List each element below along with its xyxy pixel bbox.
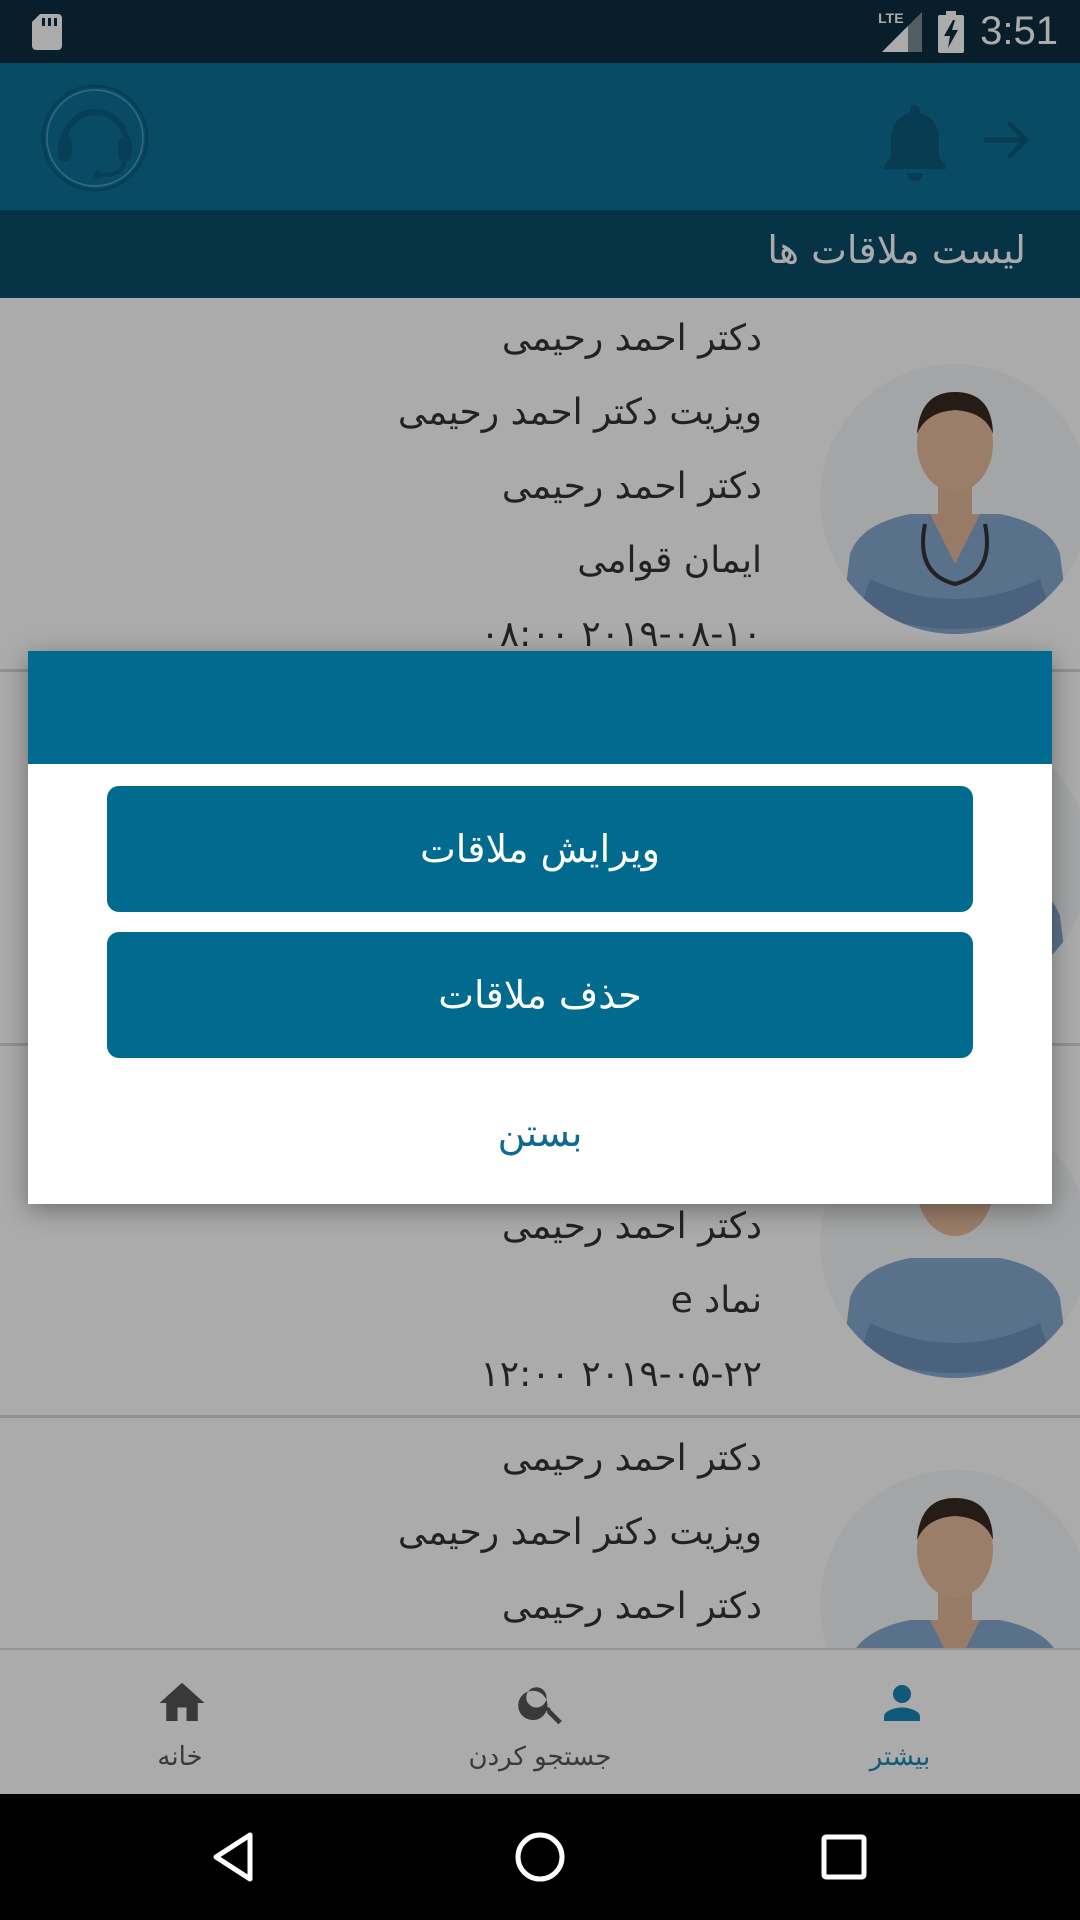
edit-appointment-button[interactable]: ویرایش ملاقات <box>107 786 973 912</box>
home-circle-icon[interactable] <box>510 1827 570 1887</box>
dialog-header <box>28 651 1052 764</box>
close-button[interactable]: بستن <box>440 1111 640 1171</box>
appointment-options-dialog: ویرایش ملاقات حذف ملاقات بستن <box>28 651 1052 1204</box>
delete-appointment-button[interactable]: حذف ملاقات <box>107 932 973 1058</box>
recents-icon[interactable] <box>814 1827 874 1887</box>
system-navigation-bar <box>0 1794 1080 1920</box>
back-icon[interactable] <box>206 1827 266 1887</box>
